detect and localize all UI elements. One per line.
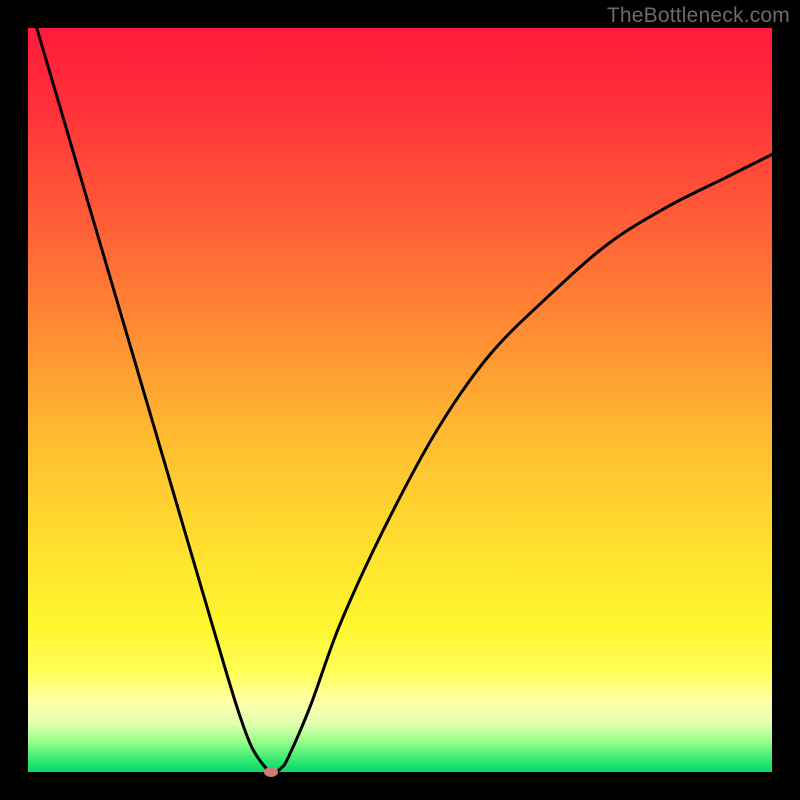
chart-frame — [28, 28, 772, 772]
bottleneck-curve — [28, 28, 772, 772]
optimal-marker — [264, 767, 278, 777]
watermark-text: TheBottleneck.com — [607, 4, 790, 28]
